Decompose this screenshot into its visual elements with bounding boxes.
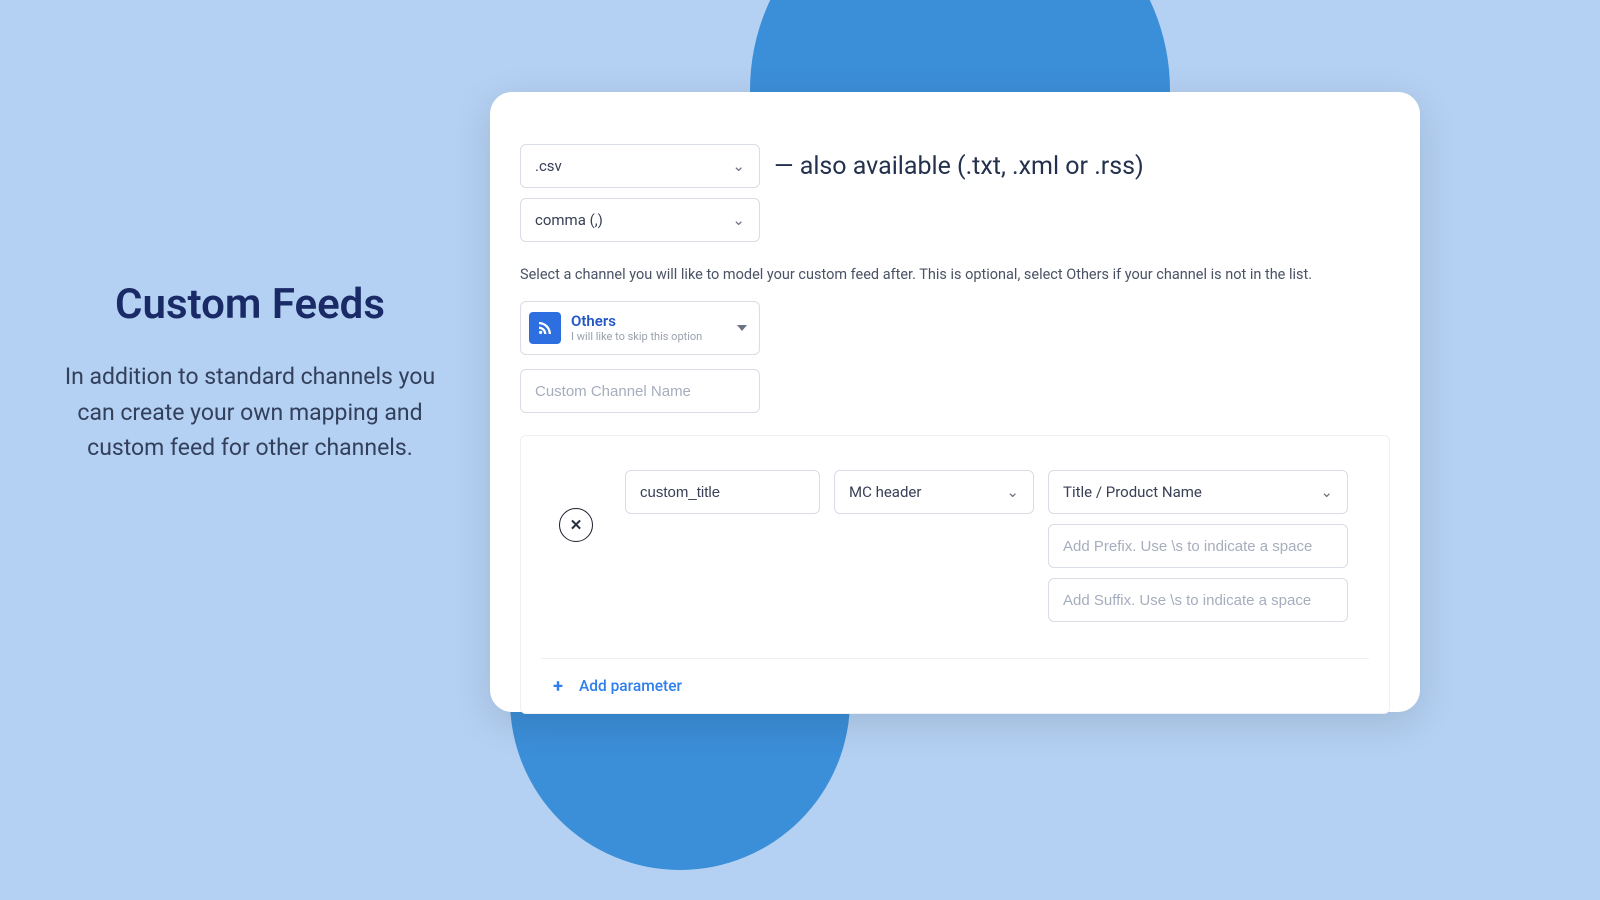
mapping-row: ✕ MC header ⌄ Title / Product Name ⌄ xyxy=(541,470,1369,622)
suffix-input[interactable] xyxy=(1048,578,1348,622)
plus-icon: + xyxy=(549,677,567,695)
channel-select[interactable]: Others I will like to skip this option xyxy=(520,301,760,355)
add-parameter-label: Add parameter xyxy=(579,677,682,695)
mapping-panel: ✕ MC header ⌄ Title / Product Name ⌄ xyxy=(520,435,1390,714)
close-icon: ✕ xyxy=(570,516,583,534)
channel-helper-text: Select a channel you will like to model … xyxy=(520,266,1390,283)
chevron-down-icon: ⌄ xyxy=(1006,483,1019,501)
add-parameter-button[interactable]: + Add parameter xyxy=(541,658,1369,695)
channel-text: Others I will like to skip this option xyxy=(571,313,727,343)
prefix-input[interactable] xyxy=(1048,524,1348,568)
page-title: Custom Feeds xyxy=(50,280,450,329)
rss-icon xyxy=(529,312,561,344)
chevron-down-icon: ⌄ xyxy=(1320,483,1333,501)
custom-header-input[interactable] xyxy=(625,470,820,514)
channel-title: Others xyxy=(571,313,727,330)
file-format-value: .csv xyxy=(535,157,562,175)
page-description: In addition to standard channels you can… xyxy=(50,359,450,466)
mc-header-label: MC header xyxy=(849,483,921,501)
product-field-label: Title / Product Name xyxy=(1063,483,1202,501)
format-row: .csv ⌄ — also available (.txt, .xml or .… xyxy=(520,144,1390,188)
product-field-select[interactable]: Title / Product Name ⌄ xyxy=(1048,470,1348,514)
caret-down-icon xyxy=(737,325,747,331)
channel-subtitle: I will like to skip this option xyxy=(571,330,727,343)
custom-channel-name-input[interactable] xyxy=(520,369,760,413)
settings-card: .csv ⌄ — also available (.txt, .xml or .… xyxy=(490,92,1420,712)
file-format-select[interactable]: .csv ⌄ xyxy=(520,144,760,188)
format-availability-note: — also available (.txt, .xml or .rss) xyxy=(774,152,1144,181)
left-pane: Custom Feeds In addition to standard cha… xyxy=(50,280,450,466)
mc-header-select[interactable]: MC header ⌄ xyxy=(834,470,1034,514)
separator-value: comma (,) xyxy=(535,211,603,229)
chevron-down-icon: ⌄ xyxy=(732,157,745,175)
separator-select[interactable]: comma (,) ⌄ xyxy=(520,198,760,242)
delete-row-button[interactable]: ✕ xyxy=(559,508,593,542)
chevron-down-icon: ⌄ xyxy=(732,211,745,229)
